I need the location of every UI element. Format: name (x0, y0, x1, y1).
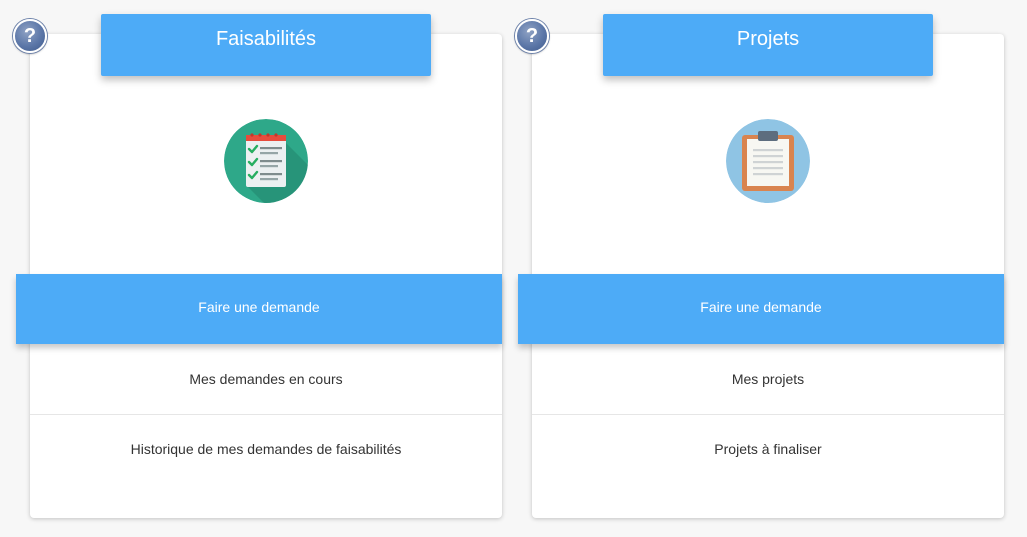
help-icon[interactable]: ? (515, 19, 549, 53)
faire-une-demande-button[interactable]: Faire une demande (518, 274, 1004, 344)
mes-demandes-en-cours-link[interactable]: Mes demandes en cours (30, 344, 502, 415)
clipboard-icon (726, 119, 810, 203)
card-title: Faisabilités (101, 14, 431, 76)
help-icon[interactable]: ? (13, 19, 47, 53)
faisabilites-card: ? Faisabilités Faire une demande Mes dem… (13, 14, 502, 518)
checklist-icon (224, 119, 308, 203)
projets-a-finaliser-link[interactable]: Projets à finaliser (532, 414, 1004, 484)
historique-demandes-link[interactable]: Historique de mes demandes de faisabilit… (30, 414, 502, 484)
mes-projets-link[interactable]: Mes projets (532, 344, 1004, 415)
faire-une-demande-button[interactable]: Faire une demande (16, 274, 502, 344)
card-title: Projets (603, 14, 933, 76)
projets-card: ? Projets Faire une demande Mes projets … (515, 14, 1004, 518)
